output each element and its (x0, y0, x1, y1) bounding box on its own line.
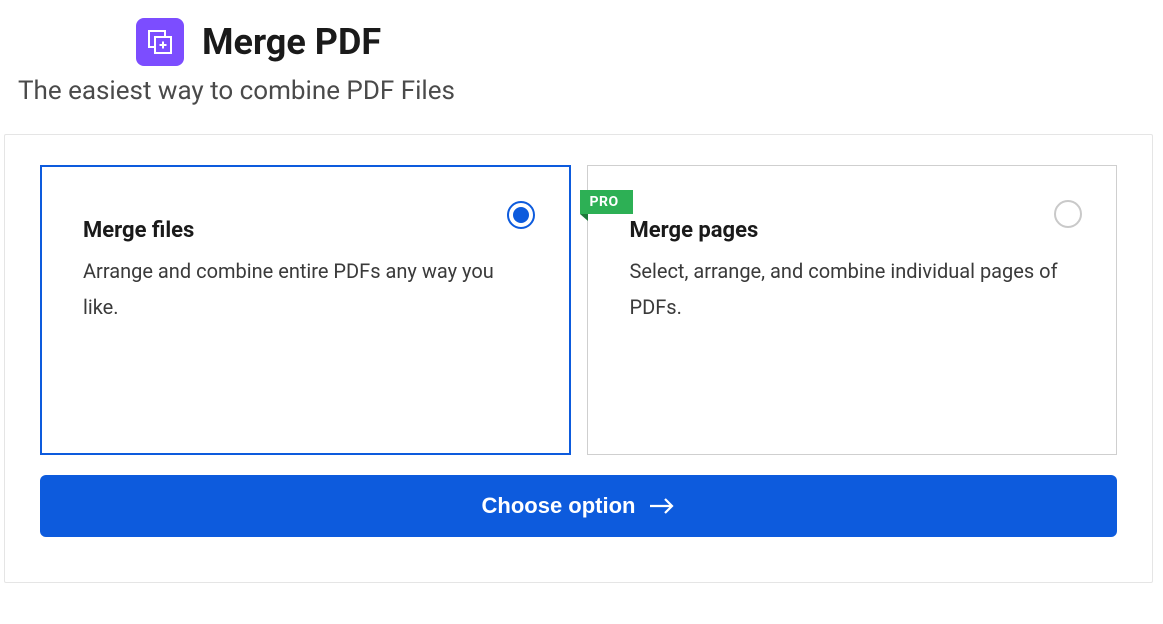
radio-merge-files[interactable] (507, 201, 535, 229)
option-merge-pages-title: Merge pages (630, 218, 1075, 243)
choose-option-label: Choose option (482, 493, 636, 519)
option-merge-pages[interactable]: PRO Merge pages Select, arrange, and com… (587, 165, 1118, 455)
page-header: Merge PDF The easiest way to combine PDF… (0, 0, 1163, 134)
option-merge-files-title: Merge files (83, 218, 528, 243)
title-row: Merge PDF (136, 18, 1163, 66)
page-subtitle: The easiest way to combine PDF Files (18, 76, 1163, 106)
options-row: Merge files Arrange and combine entire P… (40, 165, 1117, 455)
merge-pdf-icon (136, 18, 184, 66)
page-title: Merge PDF (202, 21, 381, 63)
choose-option-button[interactable]: Choose option (40, 475, 1117, 537)
option-merge-files[interactable]: Merge files Arrange and combine entire P… (40, 165, 571, 455)
arrow-right-icon (649, 497, 675, 515)
radio-merge-pages[interactable] (1054, 200, 1082, 228)
option-merge-files-desc: Arrange and combine entire PDFs any way … (83, 253, 528, 325)
main-panel: Merge files Arrange and combine entire P… (4, 134, 1153, 583)
pro-badge: PRO (580, 190, 633, 214)
option-merge-pages-desc: Select, arrange, and combine individual … (630, 253, 1075, 325)
